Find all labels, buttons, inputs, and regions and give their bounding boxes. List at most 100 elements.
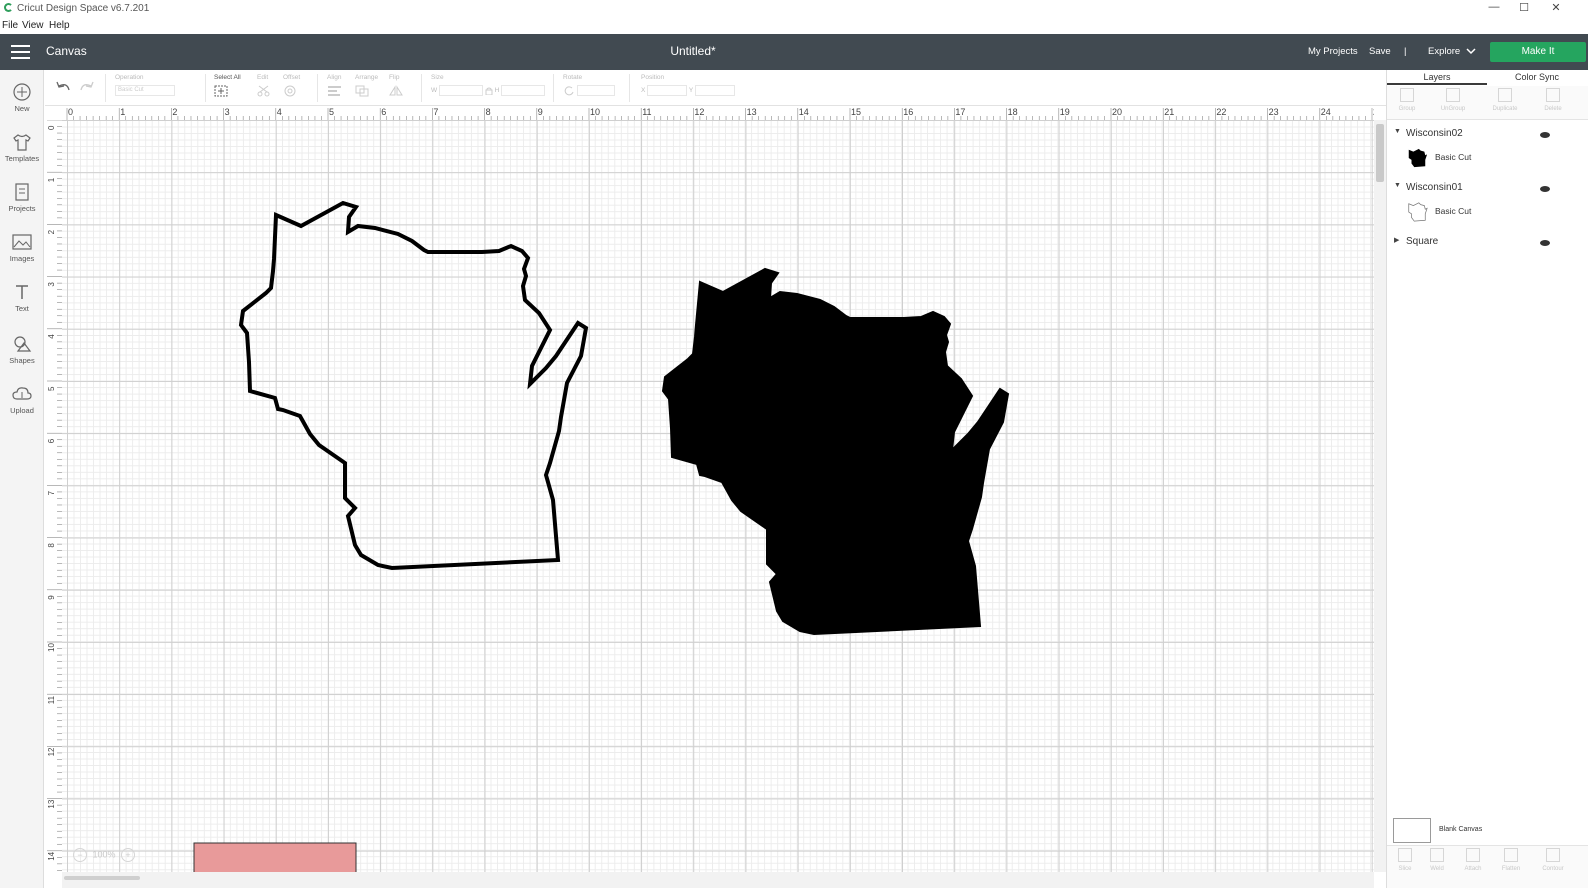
lock-icon[interactable] (485, 87, 493, 95)
layer-thumbnail (1408, 148, 1428, 168)
trash-icon (1546, 88, 1560, 102)
layer-name: Square (1406, 236, 1439, 247)
expand-caret-icon[interactable]: ▼ (1394, 128, 1401, 135)
wisconsin01-shape[interactable] (238, 200, 589, 571)
scissors-icon (257, 85, 270, 97)
explore-dropdown[interactable]: Explore (1428, 46, 1460, 57)
panel-tabs: Layers Color Sync (1387, 70, 1588, 86)
position-group: Position X Y (641, 74, 735, 96)
weld-button[interactable]: Weld (1419, 848, 1455, 872)
maximize-button[interactable]: ☐ (1512, 1, 1536, 15)
eye-icon[interactable] (1540, 132, 1550, 138)
ruler-tick-label: 12 (694, 107, 704, 117)
arrange-group[interactable]: Arrange (355, 74, 378, 99)
select-all-icon (214, 85, 228, 97)
scroll-thumb[interactable] (1376, 124, 1384, 182)
zoom-in-button[interactable]: + (121, 848, 136, 862)
ruler-tick-label: 7 (47, 490, 56, 495)
ruler-tick-label: 8 (47, 543, 56, 548)
horizontal-scrollbar[interactable] (62, 872, 1374, 888)
delete-label: Delete (1544, 106, 1562, 112)
flatten-button[interactable]: Flatten (1493, 848, 1529, 872)
expand-caret-icon[interactable]: ▶ (1394, 236, 1399, 244)
operation-select[interactable]: Basic Cut (115, 85, 175, 96)
duplicate-button[interactable]: Duplicate (1487, 88, 1523, 112)
ungroup-button[interactable]: UnGroup (1435, 88, 1471, 112)
ruler-tick-label: 7 (433, 107, 438, 117)
close-button[interactable]: ✕ (1544, 1, 1568, 15)
tool-text[interactable]: Text (0, 282, 44, 313)
group-button[interactable]: Group (1389, 88, 1425, 112)
tool-label: Templates (4, 154, 40, 163)
select-all-group[interactable]: Select All (214, 74, 241, 99)
redo-icon[interactable] (79, 80, 95, 94)
tool-images[interactable]: Images (0, 232, 44, 263)
menu-help[interactable]: Help (49, 20, 70, 31)
weld-label: Weld (1430, 866, 1444, 872)
edit-label: Edit (257, 74, 269, 81)
ruler-tick-label: 21 (1164, 107, 1174, 117)
cloud-upload-icon (12, 387, 32, 400)
ruler-tick-label: 13 (47, 799, 56, 808)
width-input[interactable] (438, 85, 483, 96)
slice-button[interactable]: Slice (1387, 848, 1423, 872)
menu-view[interactable]: View (22, 20, 44, 31)
ruler-tick-label: 12 (47, 747, 56, 756)
tool-label: Projects (8, 204, 36, 213)
tool-shapes[interactable]: Shapes (0, 334, 44, 365)
tab-layers[interactable]: Layers (1387, 72, 1487, 85)
tool-new[interactable]: New (0, 82, 44, 113)
zoom-out-button[interactable]: − (73, 848, 87, 862)
my-projects-link[interactable]: My Projects (1308, 46, 1358, 57)
ruler-tick-label: 2 (47, 229, 56, 234)
delete-button[interactable]: Delete (1535, 88, 1571, 112)
flip-group[interactable]: Flip (389, 74, 407, 99)
eye-icon[interactable] (1540, 186, 1550, 192)
edit-group[interactable]: Edit (257, 74, 275, 99)
align-group[interactable]: Align (327, 74, 345, 99)
ungroup-label: UnGroup (1440, 106, 1466, 112)
tool-label: Shapes (9, 356, 35, 365)
vertical-scrollbar[interactable] (1374, 120, 1386, 872)
tool-upload[interactable]: Upload (0, 384, 44, 415)
undo-icon[interactable] (55, 80, 71, 94)
tool-label: Images (9, 254, 35, 263)
menu-file[interactable]: File (2, 20, 18, 31)
projects-icon (15, 183, 29, 201)
flip-label: Flip (389, 74, 400, 81)
height-input[interactable] (501, 85, 546, 96)
square-shape[interactable] (193, 842, 357, 872)
rotate-input[interactable] (576, 85, 615, 96)
toolbar-divider (421, 74, 422, 102)
minimize-button[interactable]: — (1482, 1, 1506, 15)
offset-icon (284, 85, 296, 97)
tool-projects[interactable]: Projects (0, 182, 44, 213)
contour-icon (1546, 848, 1560, 862)
x-input[interactable] (647, 85, 688, 96)
save-link[interactable]: Save (1369, 46, 1391, 57)
make-it-button[interactable]: Make It (1490, 42, 1586, 62)
wisconsin02-shape[interactable] (661, 267, 1010, 636)
y-input[interactable] (694, 85, 735, 96)
tab-color-sync[interactable]: Color Sync (1487, 72, 1587, 82)
flip-icon (389, 85, 403, 96)
horizontal-ruler: 0 1 2 3 4 5 6 7 8 9 10 11 12 13 14 15 16 17 18 19 20 21 22 23 24… (62, 106, 1374, 120)
size-w-label: W (431, 87, 438, 95)
scroll-thumb[interactable] (64, 876, 140, 880)
layer-thumbnail (1408, 202, 1428, 222)
attach-button[interactable]: Attach (1455, 848, 1491, 872)
blank-canvas-swatch (1393, 818, 1431, 843)
ruler-tick-label: 10 (47, 643, 56, 652)
design-canvas[interactable] (62, 120, 1374, 872)
document-title: Untitled* (670, 44, 716, 58)
tool-templates[interactable]: Templates (0, 132, 44, 163)
expand-caret-icon[interactable]: ▼ (1394, 182, 1401, 189)
ruler-tick-label: 24 (1321, 107, 1331, 117)
eye-icon[interactable] (1540, 240, 1550, 246)
offset-group[interactable]: Offset (283, 74, 301, 99)
contour-button[interactable]: Contour (1535, 848, 1571, 872)
duplicate-icon (1498, 88, 1512, 102)
toolbar-divider (105, 74, 106, 102)
align-label: Align (327, 74, 342, 81)
ruler-tick-label: 16 (903, 107, 913, 117)
